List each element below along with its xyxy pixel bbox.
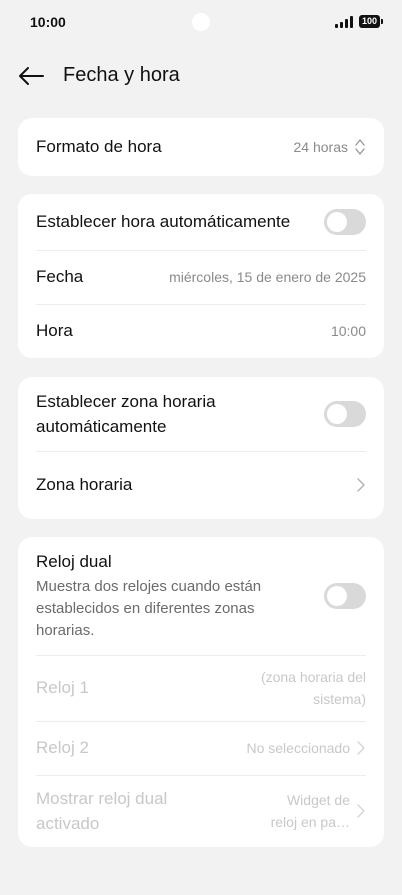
show-dual-value-wrap: Widget de reloj en pa… [271, 789, 366, 833]
time-format-label: Formato de hora [36, 137, 162, 156]
show-dual-label: Mostrar reloj dual activado [36, 786, 167, 836]
auto-zone-label-line2: automáticamente [36, 417, 167, 436]
date-label: Fecha [36, 267, 84, 286]
show-dual-row: Mostrar reloj dual activado Widget de re… [18, 775, 384, 847]
date-value: miércoles, 15 de enero de 2025 [169, 269, 366, 285]
clock1-row: Reloj 1 (zona horaria del sistema) [18, 655, 384, 721]
time-format-row[interactable]: Formato de hora 24 horas [18, 118, 384, 176]
dual-clock-title: Reloj dual [36, 552, 112, 571]
show-dual-label-line1: Mostrar reloj dual [36, 789, 168, 808]
auto-zone-label-line1: Establecer zona horaria [36, 392, 216, 411]
status-time: 10:00 [30, 14, 66, 30]
clock2-value: No seleccionado [246, 740, 350, 756]
back-arrow-icon [19, 67, 44, 85]
auto-zone-row[interactable]: Establecer zona horaria automáticamente [18, 377, 384, 451]
chevron-right-icon [357, 741, 365, 755]
show-dual-value: Widget de reloj en pa… [271, 789, 350, 833]
page-title: Fecha y hora [63, 64, 180, 86]
clock1-value: (zona horaria del sistema) [261, 666, 366, 710]
dual-clock-row[interactable]: Reloj dual Muestra dos relojes cuando es… [18, 537, 384, 655]
auto-time-row[interactable]: Establecer hora automáticamente [18, 194, 384, 250]
camera-cutout [192, 13, 210, 31]
time-label: Hora [36, 321, 73, 340]
time-row[interactable]: Hora 10:00 [18, 304, 384, 358]
dual-clock-text: Reloj dual Muestra dos relojes cuando es… [36, 550, 261, 642]
chevron-right-icon [357, 478, 365, 492]
dual-desc-line2: establecidos en diferentes zonas [36, 600, 255, 617]
zone-row[interactable]: Zona horaria [18, 451, 384, 519]
zone-label: Zona horaria [36, 475, 133, 494]
dual-desc-line3: horarias. [36, 622, 95, 639]
date-time-card: Establecer hora automáticamente Fecha mi… [18, 194, 384, 358]
time-format-value-wrap: 24 horas [294, 138, 366, 156]
clock1-value-line1: (zona horaria del [260, 669, 366, 685]
auto-zone-label: Establecer zona horaria automáticamente [36, 389, 216, 439]
clock2-label: Reloj 2 [36, 738, 89, 757]
dual-clock-card: Reloj dual Muestra dos relojes cuando es… [18, 537, 384, 847]
battery-icon: 100 [358, 15, 384, 28]
show-dual-value-line2: reloj en pa… [270, 814, 350, 830]
clock2-value-wrap: No seleccionado [246, 740, 366, 756]
format-card: Formato de hora 24 horas [18, 118, 384, 176]
dual-desc-line1: Muestra dos relojes cuando están [36, 578, 262, 595]
up-down-chevron-icon [355, 139, 365, 155]
back-button[interactable] [16, 62, 46, 90]
top-bar: Fecha y hora [0, 56, 402, 96]
time-zone-card: Establecer zona horaria automáticamente … [18, 377, 384, 519]
show-dual-label-line2: activado [36, 814, 100, 833]
chevron-right-icon [357, 804, 365, 818]
dual-clock-toggle[interactable] [324, 583, 366, 609]
time-format-value: 24 horas [293, 139, 348, 155]
clock1-value-line2: sistema) [313, 691, 366, 707]
toggle-knob [327, 586, 347, 606]
time-value: 10:00 [330, 323, 366, 339]
clock1-label: Reloj 1 [36, 678, 89, 697]
show-dual-value-line1: Widget de [286, 792, 350, 808]
toggle-knob [327, 212, 347, 232]
auto-time-toggle[interactable] [324, 209, 366, 235]
dual-clock-description: Muestra dos relojes cuando están estable… [36, 576, 261, 642]
signal-icon [334, 15, 353, 28]
auto-time-label: Establecer hora automáticamente [36, 212, 291, 231]
status-icons: 100 [334, 15, 384, 28]
clock2-row: Reloj 2 No seleccionado [18, 721, 384, 775]
auto-zone-toggle[interactable] [324, 401, 366, 427]
status-bar: 10:00 100 [0, 0, 402, 44]
toggle-knob [327, 404, 347, 424]
date-row[interactable]: Fecha miércoles, 15 de enero de 2025 [18, 250, 384, 304]
